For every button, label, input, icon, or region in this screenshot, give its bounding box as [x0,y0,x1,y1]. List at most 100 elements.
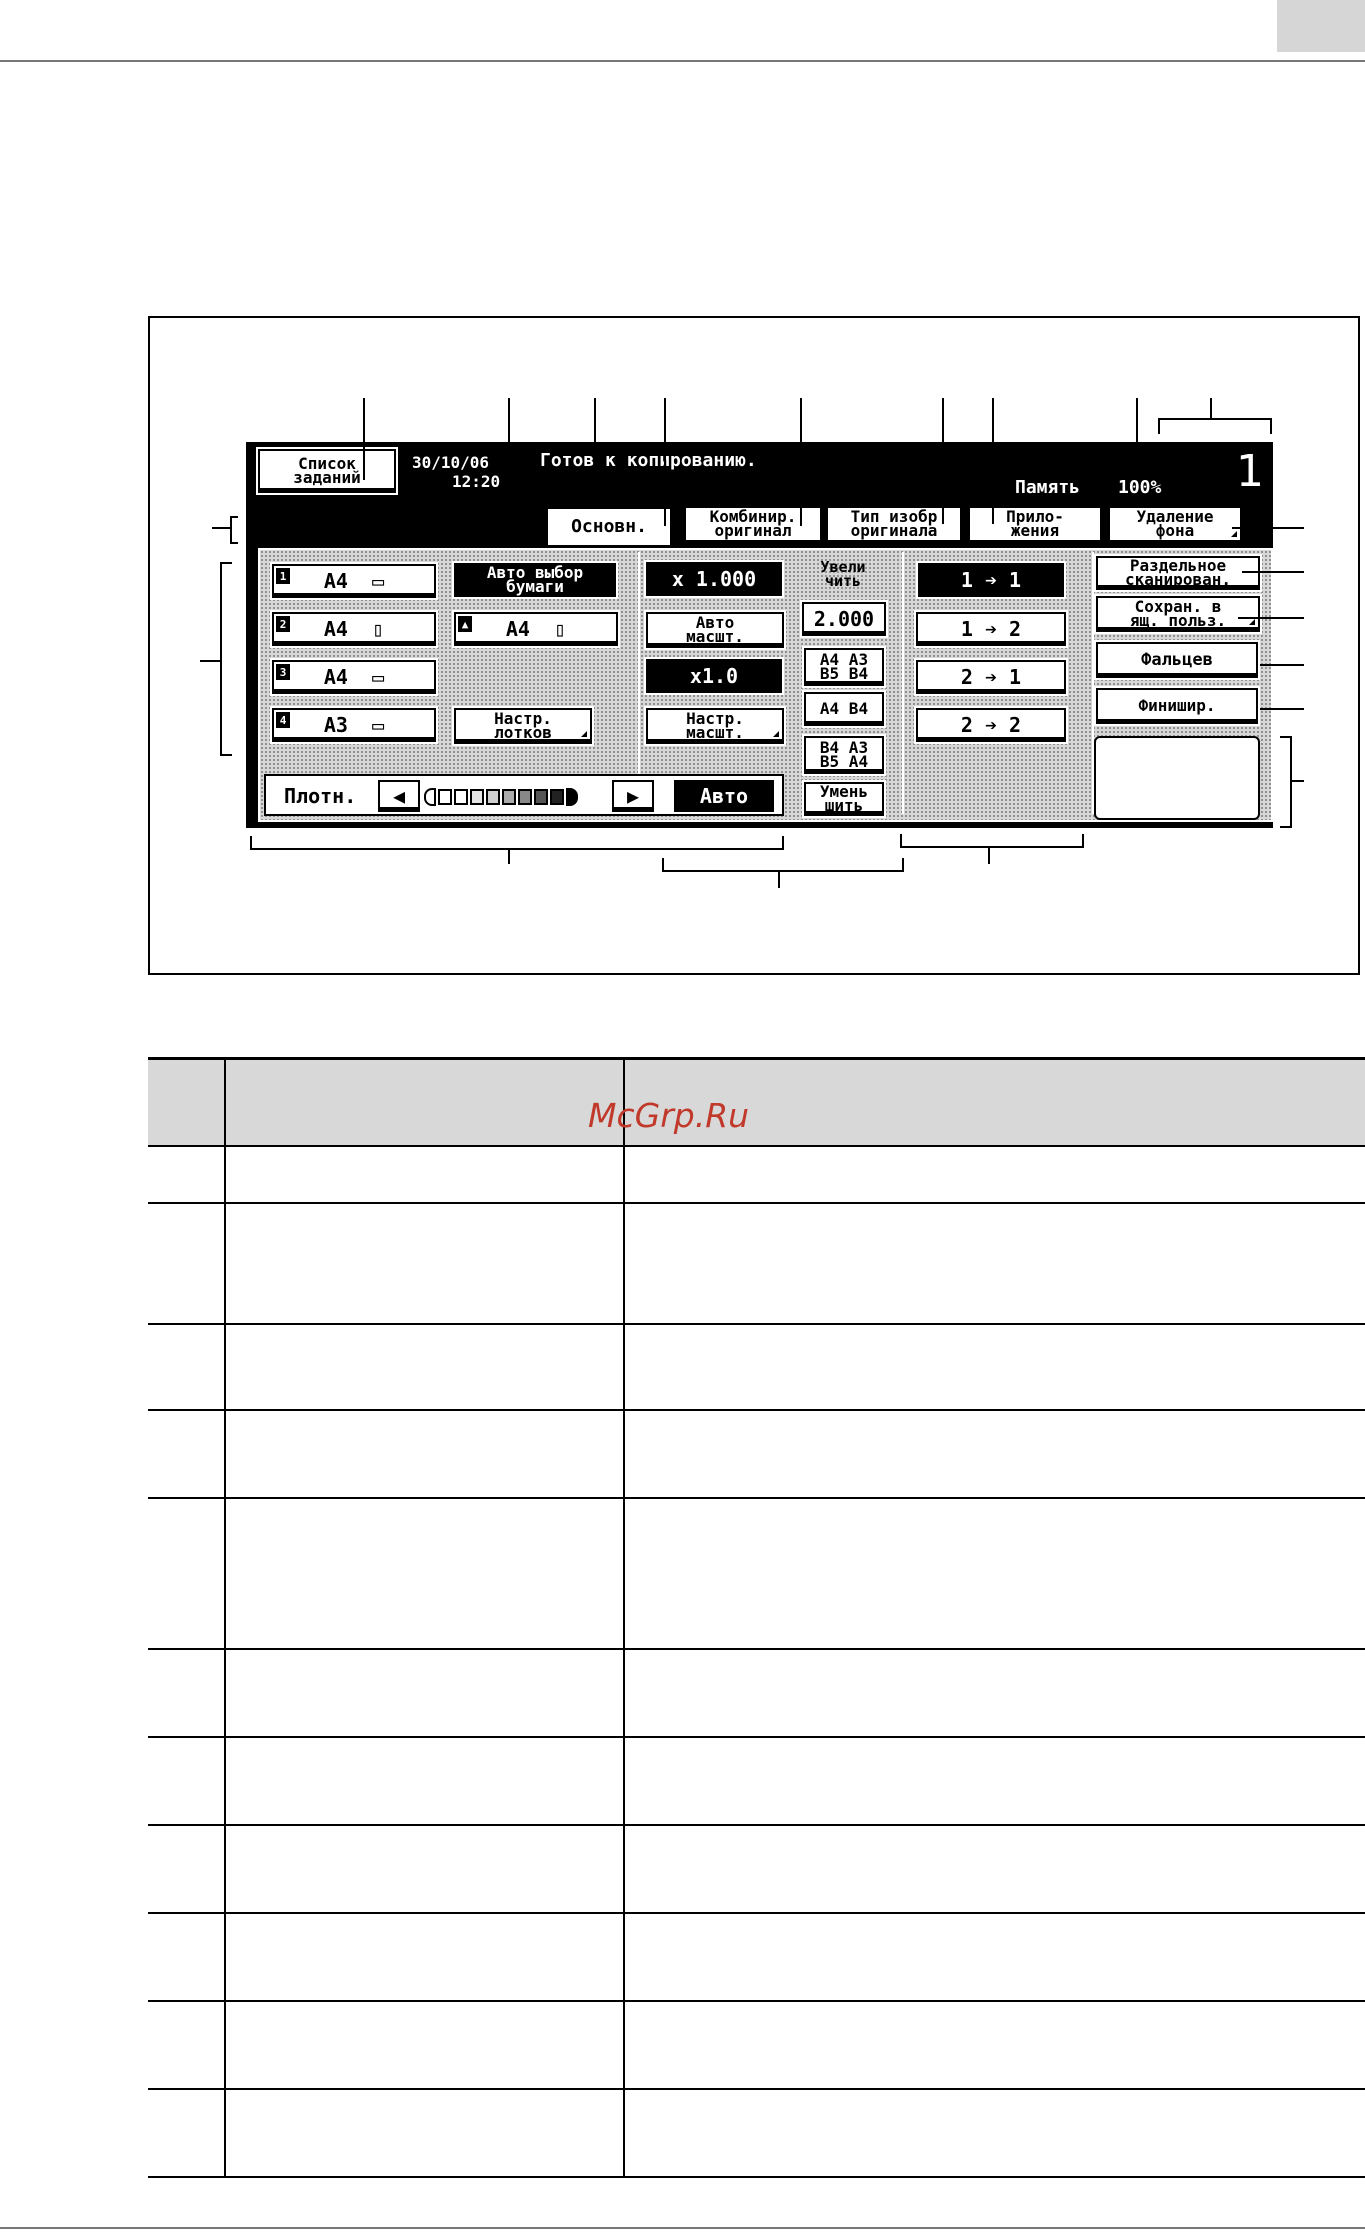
density-step [486,789,500,805]
duplex-1-1-button[interactable]: 1 ➔ 1 [918,563,1064,597]
tray-settings-line2: лотков [494,723,552,742]
landscape-paper-icon: ▭ [372,713,385,737]
tray-settings-button[interactable]: Настр. лотков [454,708,592,744]
portrait-paper-icon: ▯ [554,617,567,641]
zoom-settings-line2: масшт. [686,723,744,742]
tray-number: 1 [276,568,290,584]
tab-line: оригинал [714,521,792,540]
landscape-paper-icon: ▭ [372,569,385,593]
chapter-tab [1277,0,1365,52]
zoom-line: B5 A4 [819,752,869,771]
density-step [438,789,452,805]
bypass-tray-icon: ▲ [458,616,472,632]
table-row [148,1737,1365,1826]
finishing-label: Финишир. [1138,696,1216,715]
tab-basic[interactable]: Основн. [546,507,672,545]
zoom-value-display: x 1.000 [646,562,782,596]
reduce-button[interactable]: Умень шить [804,782,884,816]
paper-tray4-button[interactable]: 4 A3 ▭ [272,708,436,742]
tray-number: 3 [276,664,290,680]
save-to-box-button[interactable]: Сохран. в ящ. польз. [1096,596,1260,632]
footer-rule [0,2227,1365,2229]
density-step [424,788,436,806]
paper-tray3-button[interactable]: 3 A4 ▭ [272,660,436,694]
density-step [502,789,516,805]
density-label: Плотн. [284,784,357,808]
tab-line: оригинала [850,521,938,540]
density-auto-button[interactable]: Авто [674,780,774,812]
density-darker-button[interactable]: ▶ [612,780,654,812]
zoom-settings-button[interactable]: Настр. масшт. [646,708,784,744]
auto-zoom-button[interactable]: Авто масшт. [646,612,784,648]
density-step [566,788,578,806]
zoom-b4-a3-button[interactable]: B4 A3 B5 A4 [804,736,884,774]
density-step [550,789,564,805]
table-row [148,1410,1365,1499]
status-message: Готов к копированию. [540,450,757,471]
tab-line: фона [1155,521,1195,540]
watermark: McGrp.Ru [588,1096,750,1135]
density-step [470,789,484,805]
density-scale [424,786,604,808]
copy-count: 1 [1236,446,1264,497]
enlarge-line2: чить [824,572,862,590]
separate-scan-button[interactable]: Раздельное сканирован. [1096,556,1260,590]
paper-size: A4 [323,569,348,593]
arrow-right-icon: ▶ [626,784,640,808]
fold-label: Фальцев [1141,649,1213,670]
empty-function-area [1094,736,1260,820]
bypass-tray-button[interactable]: ▲ A4 ▯ [454,612,618,646]
paper-size: A4 [505,617,530,641]
duplex-label: 2 ➔ 1 [960,665,1022,689]
paper-tray1-button[interactable]: 1 A4 ▭ [272,564,436,598]
table-row [148,1498,1365,1650]
full-size-button[interactable]: x1.0 [646,659,782,693]
auto-zoom-line2: масшт. [686,627,744,646]
zoom-a4-b4-label: A4 B4 [819,699,869,718]
density-step [454,789,468,805]
finishing-button[interactable]: Финишир. [1096,688,1258,724]
density-step [534,789,548,805]
density-step [518,789,532,805]
duplex-2-1-button[interactable]: 2 ➔ 1 [916,660,1066,694]
fold-button[interactable]: Фальцев [1096,642,1258,678]
duplex-label: 1 ➔ 2 [960,617,1022,641]
density-auto-label: Авто [699,784,749,808]
duplex-1-2-button[interactable]: 1 ➔ 2 [916,612,1066,646]
zoom-line: B5 B4 [819,664,869,683]
table-row [148,1825,1365,1914]
table-row [148,1203,1365,1325]
auto-paper-button[interactable]: Авто выбор бумаги [454,563,616,597]
zoom-value: x 1.000 [671,567,757,591]
duplex-2-2-button[interactable]: 2 ➔ 2 [916,708,1066,742]
table-row [148,2089,1365,2178]
table-header-cell [225,1057,625,1147]
table-row [148,1324,1365,1411]
density-lighter-button[interactable]: ◀ [378,780,420,812]
job-list-button[interactable]: Список заданий [258,449,396,493]
reduce-line2: шить [824,796,864,815]
zoom-2x-button[interactable]: 2.000 [802,602,886,636]
table-row [148,1913,1365,2002]
duplex-label: 1 ➔ 1 [960,568,1022,592]
zoom-a4-a3-button[interactable]: A4 A3 B5 B4 [804,648,884,686]
table-row [148,2001,1365,2090]
table-header-cell [148,1057,226,1147]
date-label: 30/10/06 [412,453,490,472]
table-row [148,1146,1365,1204]
paper-size: A3 [323,713,348,737]
tray-number: 2 [276,616,290,632]
paper-tray2-button[interactable]: 2 A4 ▯ [272,612,436,646]
job-list-line2: заданий [293,468,361,487]
paper-size: A4 [323,665,348,689]
memory-label: Память [1015,477,1081,498]
memory-value: 100% [1118,477,1162,498]
zoom-a4-b4-button[interactable]: A4 B4 [804,692,884,726]
tab-applications[interactable]: Прило- жения [968,506,1102,542]
header-rule [0,60,1365,62]
description-table [148,1057,1365,2178]
tab-background-removal[interactable]: Удаление фона [1108,506,1242,542]
tray-number: 4 [276,712,290,728]
zoom-2x-label: 2.000 [813,607,875,631]
time-label: 12:20 [452,472,501,491]
